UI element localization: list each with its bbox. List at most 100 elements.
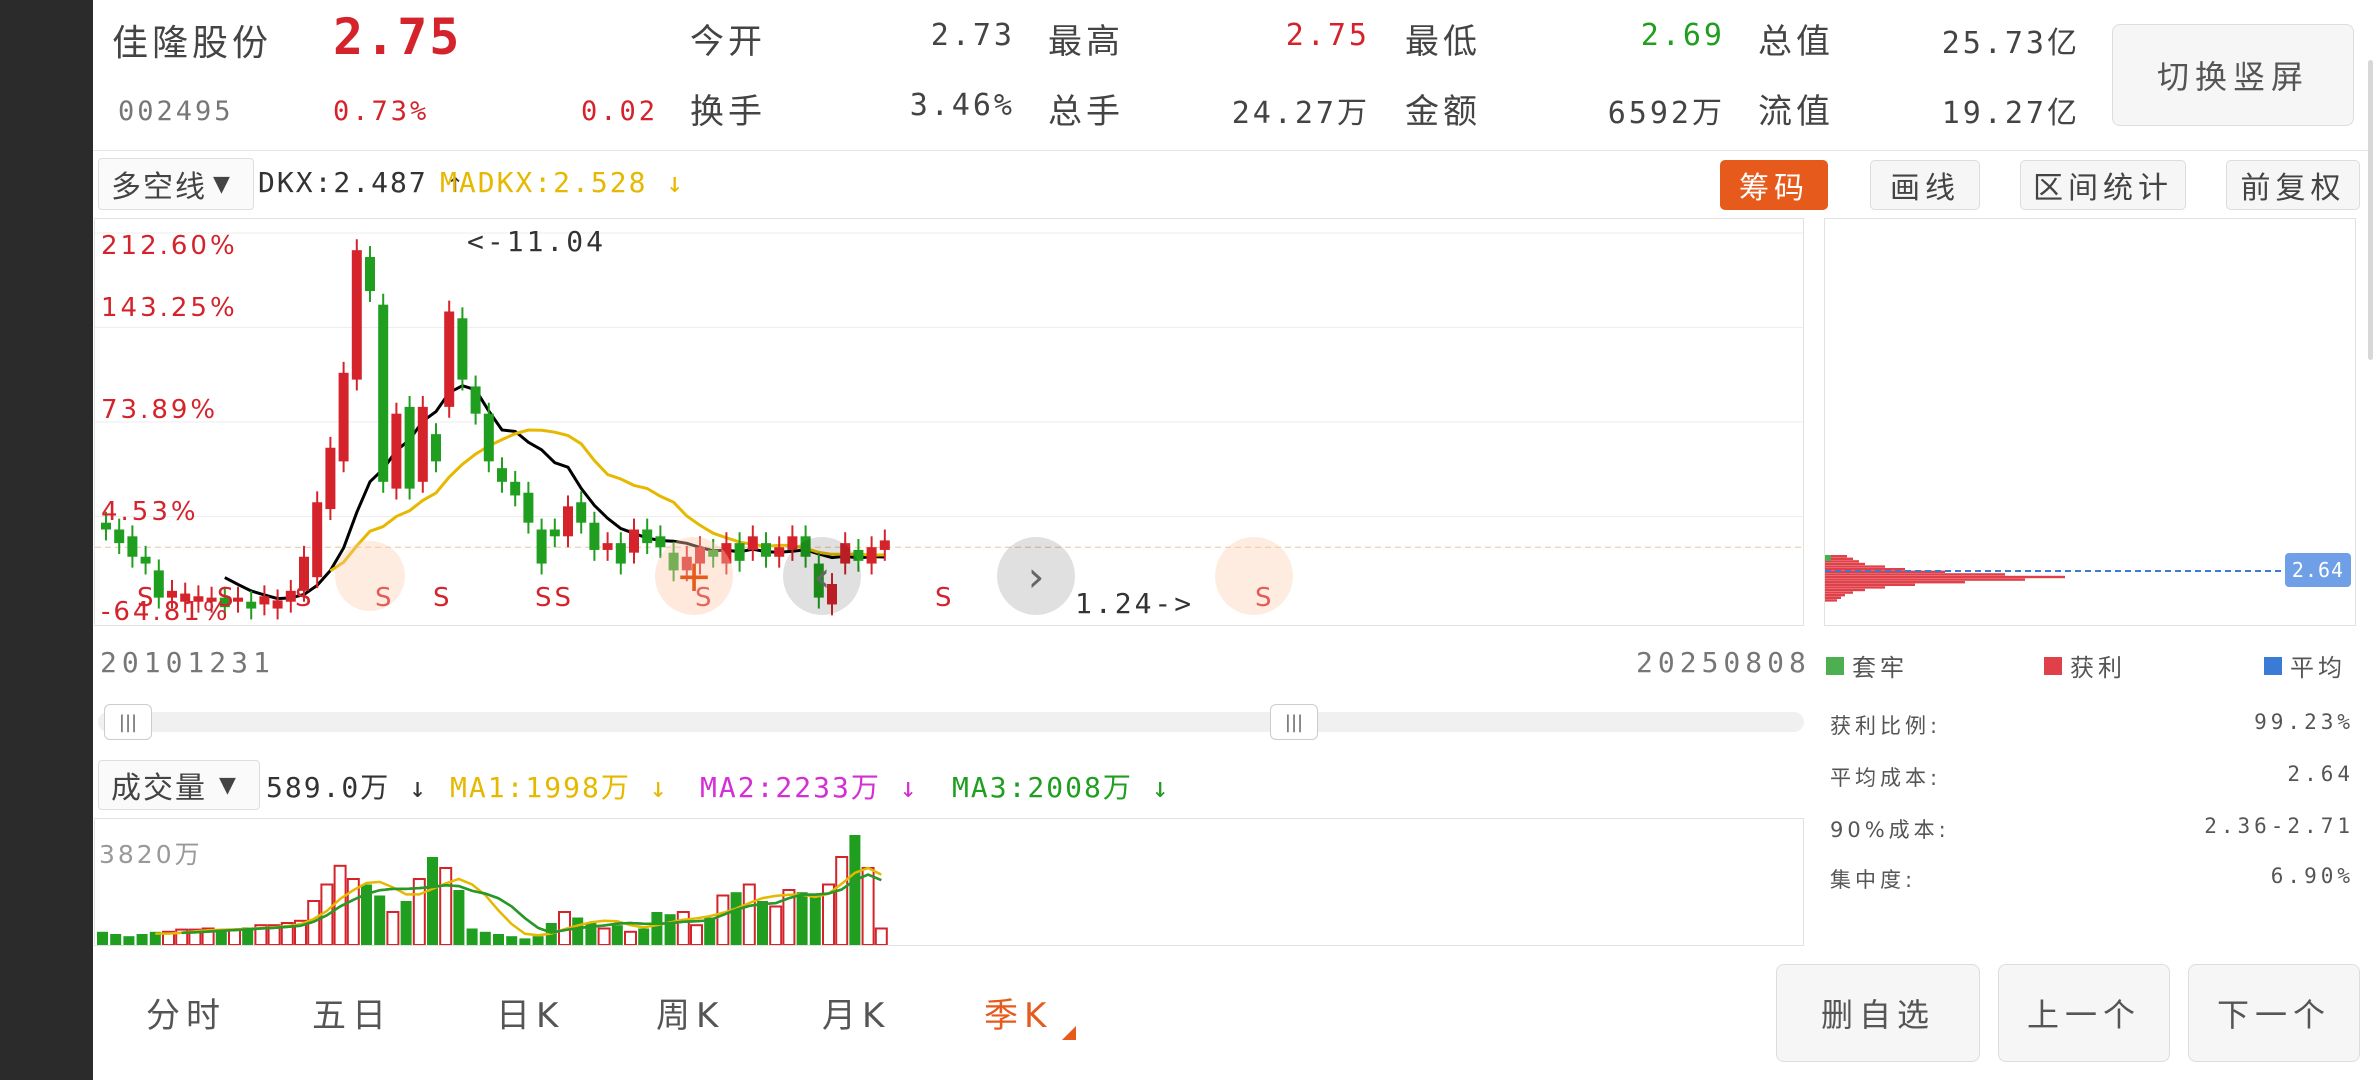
prev-stock-button[interactable]: 上一个 (1998, 964, 2170, 1062)
sell-mark: S (295, 583, 315, 613)
legend-trapped: 套牢 (1826, 648, 1908, 683)
left-dark-bar (0, 0, 93, 1080)
volume-bar (849, 835, 861, 945)
concentration-label: 集中度: (1830, 868, 1917, 892)
range-stats-button[interactable]: 区间统计 (2020, 160, 2186, 210)
chip-bar (1825, 575, 2065, 579)
volume-selector-label: 成交量 (111, 771, 207, 806)
mktcap-label: 总值 (1758, 22, 1834, 62)
profit-ratio-label: 获利比例: (1830, 714, 1942, 738)
tab-intraday[interactable]: 分时 (146, 988, 226, 1037)
price-axis-label: 212.60% (101, 231, 238, 261)
volume-bar (479, 931, 491, 945)
amount-value: 6592万 (1607, 96, 1725, 131)
range-slider-right-handle[interactable]: ||| (1270, 704, 1318, 740)
switch-portrait-button[interactable]: 切换竖屏 (2112, 24, 2354, 126)
volume-bar (110, 934, 122, 945)
candle (589, 522, 600, 550)
volume-selector[interactable]: 成交量 ▼ (98, 760, 260, 810)
tab-menu-corner-icon (1062, 1026, 1076, 1040)
draw-line-button[interactable]: 画线 (1870, 160, 1980, 210)
cost-90-value: 2.36-2.71 (2204, 814, 2354, 838)
price-axis-label: 73.89% (101, 395, 219, 425)
legend-average: 平均 (2264, 648, 2346, 683)
avg-cost-tag: 2.64 (2285, 553, 2351, 587)
tab-daily[interactable]: 日K (496, 988, 564, 1037)
madkx-value: MADKX:2.528 ↓ (440, 166, 686, 199)
range-slider-track[interactable] (98, 712, 1804, 732)
candle (246, 601, 257, 609)
high-marker: <-11.04 (467, 225, 607, 258)
concentration-value: 6.90% (2270, 864, 2354, 888)
chip-bar (1825, 562, 1865, 566)
float-label: 流值 (1758, 92, 1834, 132)
volume-bar (716, 894, 730, 945)
legend-profit: 获利 (2044, 648, 2126, 683)
volume-bar (427, 857, 438, 945)
tab-quarterly[interactable]: 季K (984, 988, 1052, 1037)
candle (140, 556, 151, 564)
volume-bar (400, 901, 412, 945)
open-value: 2.73 (930, 18, 1015, 53)
open-label: 今开 (690, 22, 766, 62)
volume-bar (519, 938, 531, 945)
scroll-left-icon[interactable]: ‹ (783, 537, 861, 615)
legend-trapped-label: 套牢 (1852, 654, 1908, 682)
kline-chart-panel[interactable]: 212.60% 143.25% 73.89% 4.53% -64.81% <-1… (94, 218, 1804, 627)
scroll-right-icon[interactable]: › (997, 537, 1075, 615)
sell-mark: S (433, 583, 453, 613)
tab-five-day[interactable]: 五日 (312, 988, 392, 1037)
candle (417, 406, 428, 482)
indicator-selector-label: 多空线 (111, 170, 207, 205)
candle (127, 536, 138, 557)
chip-distribution-panel[interactable]: 2.64 (1824, 218, 2356, 626)
tab-monthly[interactable]: 月K (822, 988, 890, 1037)
volume-chart[interactable] (95, 819, 1803, 945)
volume-bar (597, 927, 611, 945)
volume-bar (611, 925, 623, 945)
volume-chart-panel[interactable]: 3820万 (94, 818, 1804, 946)
crosshair-toggle-right[interactable] (1215, 537, 1293, 615)
high-label: 最高 (1048, 22, 1124, 62)
sell-mark: S (137, 583, 157, 613)
change-percent: 0.73% (333, 96, 430, 127)
chips-button[interactable]: 筹码 (1720, 160, 1828, 210)
volume-bar (493, 934, 504, 945)
volume-bar (572, 917, 584, 945)
end-date: 20250808 (1636, 646, 1811, 679)
volume-bar (228, 928, 241, 945)
scrollbar-thumb[interactable] (2368, 60, 2373, 360)
cost-90-label: 90%成本: (1830, 818, 1950, 842)
volume-bar (532, 936, 544, 945)
candle (615, 543, 626, 564)
chip-bar (1825, 591, 1853, 594)
next-stock-button[interactable]: 下一个 (2188, 964, 2360, 1062)
candle (457, 318, 468, 380)
volume-bar (97, 931, 108, 945)
chip-bar (1825, 583, 1915, 586)
mktcap-value: 25.73亿 (1941, 26, 2080, 61)
chip-bar (1825, 581, 1965, 584)
zoom-in-icon[interactable]: + (655, 537, 733, 615)
low-label: 最低 (1405, 22, 1481, 62)
legend-swatch-green (1826, 656, 1844, 675)
chip-bar (1825, 565, 1885, 568)
chip-bar (1825, 586, 1885, 589)
crosshair-toggle-left[interactable] (335, 541, 405, 611)
candle (655, 536, 666, 548)
amount-label: 金额 (1405, 92, 1481, 132)
volume-ma3: MA3:2008万 ↓ (952, 771, 1171, 804)
sell-mark: S (217, 583, 237, 613)
tab-weekly[interactable]: 周K (656, 988, 724, 1037)
adjust-mode-button[interactable]: 前复权 (2226, 160, 2360, 210)
volume-value: 24.27万 (1231, 96, 1370, 131)
volume-bar (136, 934, 148, 945)
stock-code: 002495 (118, 96, 234, 127)
candle (378, 304, 389, 482)
float-value: 19.27亿 (1941, 96, 2080, 131)
range-slider-left-handle[interactable]: ||| (104, 704, 152, 740)
indicator-selector[interactable]: 多空线 ▼ (98, 158, 254, 210)
volume-ma2: MA2:2233万 ↓ (700, 771, 919, 804)
remove-watchlist-button[interactable]: 删自选 (1776, 964, 1980, 1062)
chevron-down-icon: ▼ (219, 772, 238, 798)
